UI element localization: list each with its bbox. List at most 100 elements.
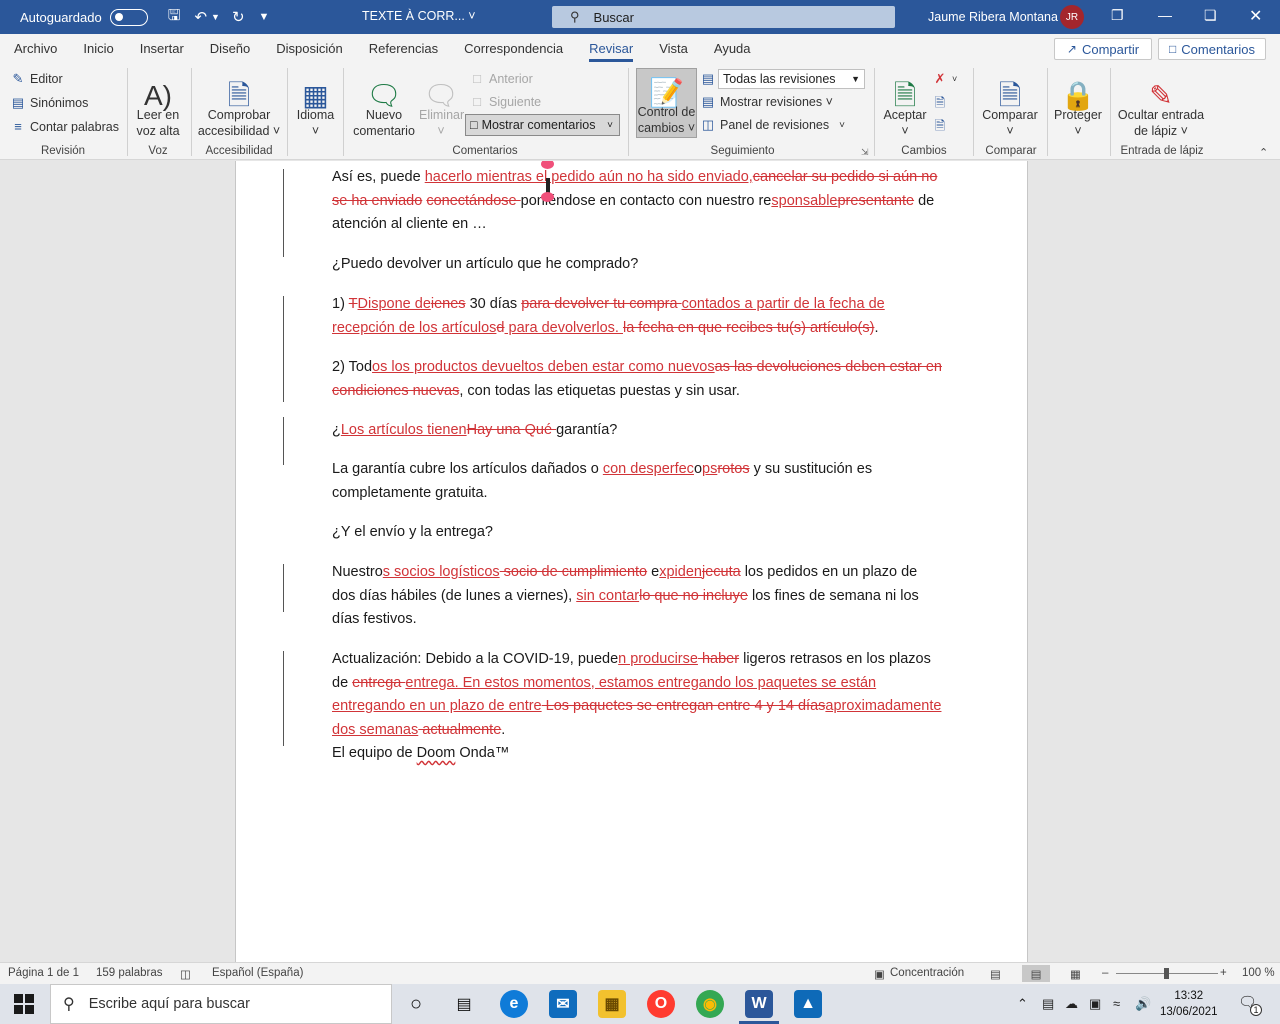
zoom-in-button[interactable]: + — [1220, 967, 1227, 979]
question-2[interactable]: ¿Los artículos tienenHay una Qué garantí… — [332, 419, 942, 443]
protect-button[interactable]: 🔒 Proteger ˅ — [1052, 68, 1104, 139]
tab-ayuda[interactable]: Ayuda — [706, 34, 759, 64]
collapse-ribbon-icon[interactable]: ⌃ — [1259, 146, 1268, 159]
ribbon-divider — [287, 68, 288, 156]
tab-vista[interactable]: Vista — [651, 34, 696, 64]
security-icon[interactable]: ▣ — [1089, 996, 1101, 1012]
volume-icon[interactable]: 🔊 — [1135, 996, 1151, 1012]
undo-icon[interactable]: ↶ — [194, 8, 207, 26]
paragraph-6[interactable]: Actualización: Debido a la COVID-19, pue… — [332, 648, 942, 742]
accept-button[interactable]: 🗎 Aceptar ˅ — [880, 68, 930, 139]
chrome-icon[interactable]: ◉ — [696, 990, 724, 1018]
minimize-icon[interactable]: — — [1158, 7, 1172, 23]
paragraph-2[interactable]: 1) TDispone deienes 30 días para devolve… — [332, 293, 942, 340]
focus-icon[interactable]: ▣ — [874, 967, 885, 981]
track-changes-button[interactable]: 📝 Control de cambios ˅ — [636, 68, 697, 138]
close-icon[interactable]: ✕ — [1249, 6, 1262, 26]
word-count-button[interactable]: ≡ Contar palabras — [10, 119, 119, 134]
zoom-level[interactable]: 100 % — [1242, 967, 1275, 979]
onedrive-icon[interactable]: ☁ — [1065, 996, 1078, 1012]
next-comment-button[interactable]: □ Siguiente — [469, 94, 541, 109]
show-hidden-icons-icon[interactable]: ⌃ — [1017, 996, 1028, 1012]
web-layout-icon[interactable]: ▦ — [1070, 967, 1081, 981]
read-aloud-button[interactable]: A) Leer en voz alta — [133, 68, 183, 139]
tab-diseno[interactable]: Diseño — [202, 34, 258, 64]
title-search-placeholder: Buscar — [593, 9, 634, 25]
next-change-button[interactable]: 🗎 — [932, 117, 952, 139]
paragraph-3[interactable]: 2) Todos los productos devueltos deben e… — [332, 356, 942, 403]
selection-handle-bottom[interactable] — [541, 192, 554, 202]
previous-comment-button[interactable]: □ Anterior — [469, 71, 533, 86]
page-count[interactable]: Página 1 de 1 — [8, 967, 79, 979]
ribbon-divider — [1110, 68, 1111, 156]
photos-icon[interactable]: ▲ — [794, 990, 822, 1018]
avatar[interactable]: JR — [1060, 5, 1084, 29]
tab-correspondencia[interactable]: Correspondencia — [456, 34, 571, 64]
title-search-box[interactable]: ⚲ Buscar — [552, 6, 895, 28]
language-status[interactable]: Español (España) — [212, 967, 303, 979]
print-layout-icon[interactable]: ▤ — [1022, 965, 1050, 982]
tab-inicio[interactable]: Inicio — [75, 34, 121, 64]
display-for-review-select[interactable]: Todas las revisiones ▼ — [718, 69, 865, 89]
question-3[interactable]: ¿Y el envío y la entrega? — [332, 521, 942, 545]
signature-line[interactable]: El equipo de Doom Onda™ — [332, 742, 942, 766]
file-explorer-icon[interactable]: ▦ — [598, 990, 626, 1018]
compare-button[interactable]: 🗎 Comparar ˅ — [980, 68, 1040, 139]
autosave-toggle[interactable] — [109, 8, 148, 26]
word-count[interactable]: 159 palabras — [96, 967, 163, 979]
hide-ink-button[interactable]: ✎ Ocultar entrada de lápiz ˅ — [1116, 68, 1206, 139]
ribbon-divider — [127, 68, 128, 156]
check-accessibility-button[interactable]: 🗎 Comprobar accesibilidad ˅ — [196, 68, 282, 139]
opera-icon[interactable]: O — [647, 990, 675, 1018]
user-name[interactable]: Jaume Ribera Montana — [928, 10, 1058, 24]
task-view-icon[interactable]: ▤ — [450, 990, 478, 1018]
show-markup-button[interactable]: ▤ Mostrar revisiones ˅ — [700, 94, 833, 110]
question-1[interactable]: ¿Puedo devolver un artículo que he compr… — [332, 253, 942, 277]
delete-comment-button[interactable]: 🗨 Eliminar ˅ — [419, 68, 464, 139]
show-comments-button[interactable]: □ Mostrar comentarios ˅ — [465, 114, 620, 136]
network-icon[interactable]: ≈ — [1113, 996, 1120, 1011]
cortana-icon[interactable]: ○ — [402, 990, 430, 1018]
clock[interactable]: 13:32 13/06/2021 — [1160, 988, 1218, 1020]
zoom-slider-thumb[interactable] — [1164, 968, 1169, 979]
tab-revisar[interactable]: Revisar — [581, 34, 641, 64]
share-button[interactable]: ↗ Compartir — [1054, 38, 1152, 60]
windows-start-icon[interactable] — [14, 994, 34, 1014]
taskbar-search[interactable]: ⚲ Escribe aquí para buscar — [50, 984, 392, 1024]
change-bar — [283, 169, 284, 257]
new-comment-button[interactable]: 🗨 Nuevo comentario — [349, 68, 419, 139]
edge-icon[interactable]: e — [500, 990, 528, 1018]
tab-archivo[interactable]: Archivo — [6, 34, 65, 64]
tab-referencias[interactable]: Referencias — [361, 34, 446, 64]
previous-change-button[interactable]: 🗎 — [932, 94, 952, 116]
word-icon[interactable]: W — [739, 990, 779, 1024]
proofing-icon[interactable]: ◫ — [180, 967, 191, 981]
zoom-out-button[interactable]: – — [1102, 967, 1108, 979]
save-icon[interactable]: 🖫 — [168, 5, 181, 30]
document-page[interactable]: Así es, puede hacerlo mientras el pedido… — [235, 161, 1028, 962]
tab-disposicion[interactable]: Disposición — [268, 34, 350, 64]
redo-icon[interactable]: ↻ — [232, 8, 245, 26]
language-button[interactable]: ▦ Idioma ˅ — [293, 68, 338, 139]
mail-icon[interactable]: ✉ — [549, 990, 577, 1018]
group-label-changes: Cambios — [901, 145, 947, 157]
comments-button[interactable]: □ Comentarios — [1158, 38, 1266, 60]
restore-icon[interactable]: ❏ — [1204, 7, 1217, 24]
paragraph-4[interactable]: La garantía cubre los artículos dañados … — [332, 458, 942, 505]
track-changes-icon: 📝 — [649, 77, 684, 108]
ribbon-display-icon[interactable]: ❐ — [1111, 7, 1124, 24]
paragraph-5[interactable]: Nuestros socios logísticos socio de cump… — [332, 561, 942, 632]
read-mode-icon[interactable]: ▤ — [990, 967, 1001, 981]
paragraph-1[interactable]: Así es, puede hacerlo mientras el pedido… — [332, 166, 942, 237]
undo-dropdown-icon[interactable]: ▼ — [211, 12, 220, 22]
dialog-launcher-icon[interactable]: ⇲ — [861, 147, 869, 158]
customize-toolbar-icon[interactable]: ▼ — [259, 11, 270, 23]
editor-button[interactable]: ✎ Editor — [10, 71, 63, 87]
tab-insertar[interactable]: Insertar — [132, 34, 192, 64]
synonyms-button[interactable]: ▤ Sinónimos — [10, 95, 89, 111]
device-icon[interactable]: ▤ — [1042, 996, 1054, 1012]
reviewing-pane-button[interactable]: ◫ Panel de revisiones ˅ — [700, 117, 845, 133]
document-title[interactable]: TEXTE À CORR... ˅ — [362, 9, 476, 23]
reject-button[interactable]: ✗ ˅ — [932, 71, 958, 87]
focus-mode-button[interactable]: Concentración — [890, 967, 964, 979]
